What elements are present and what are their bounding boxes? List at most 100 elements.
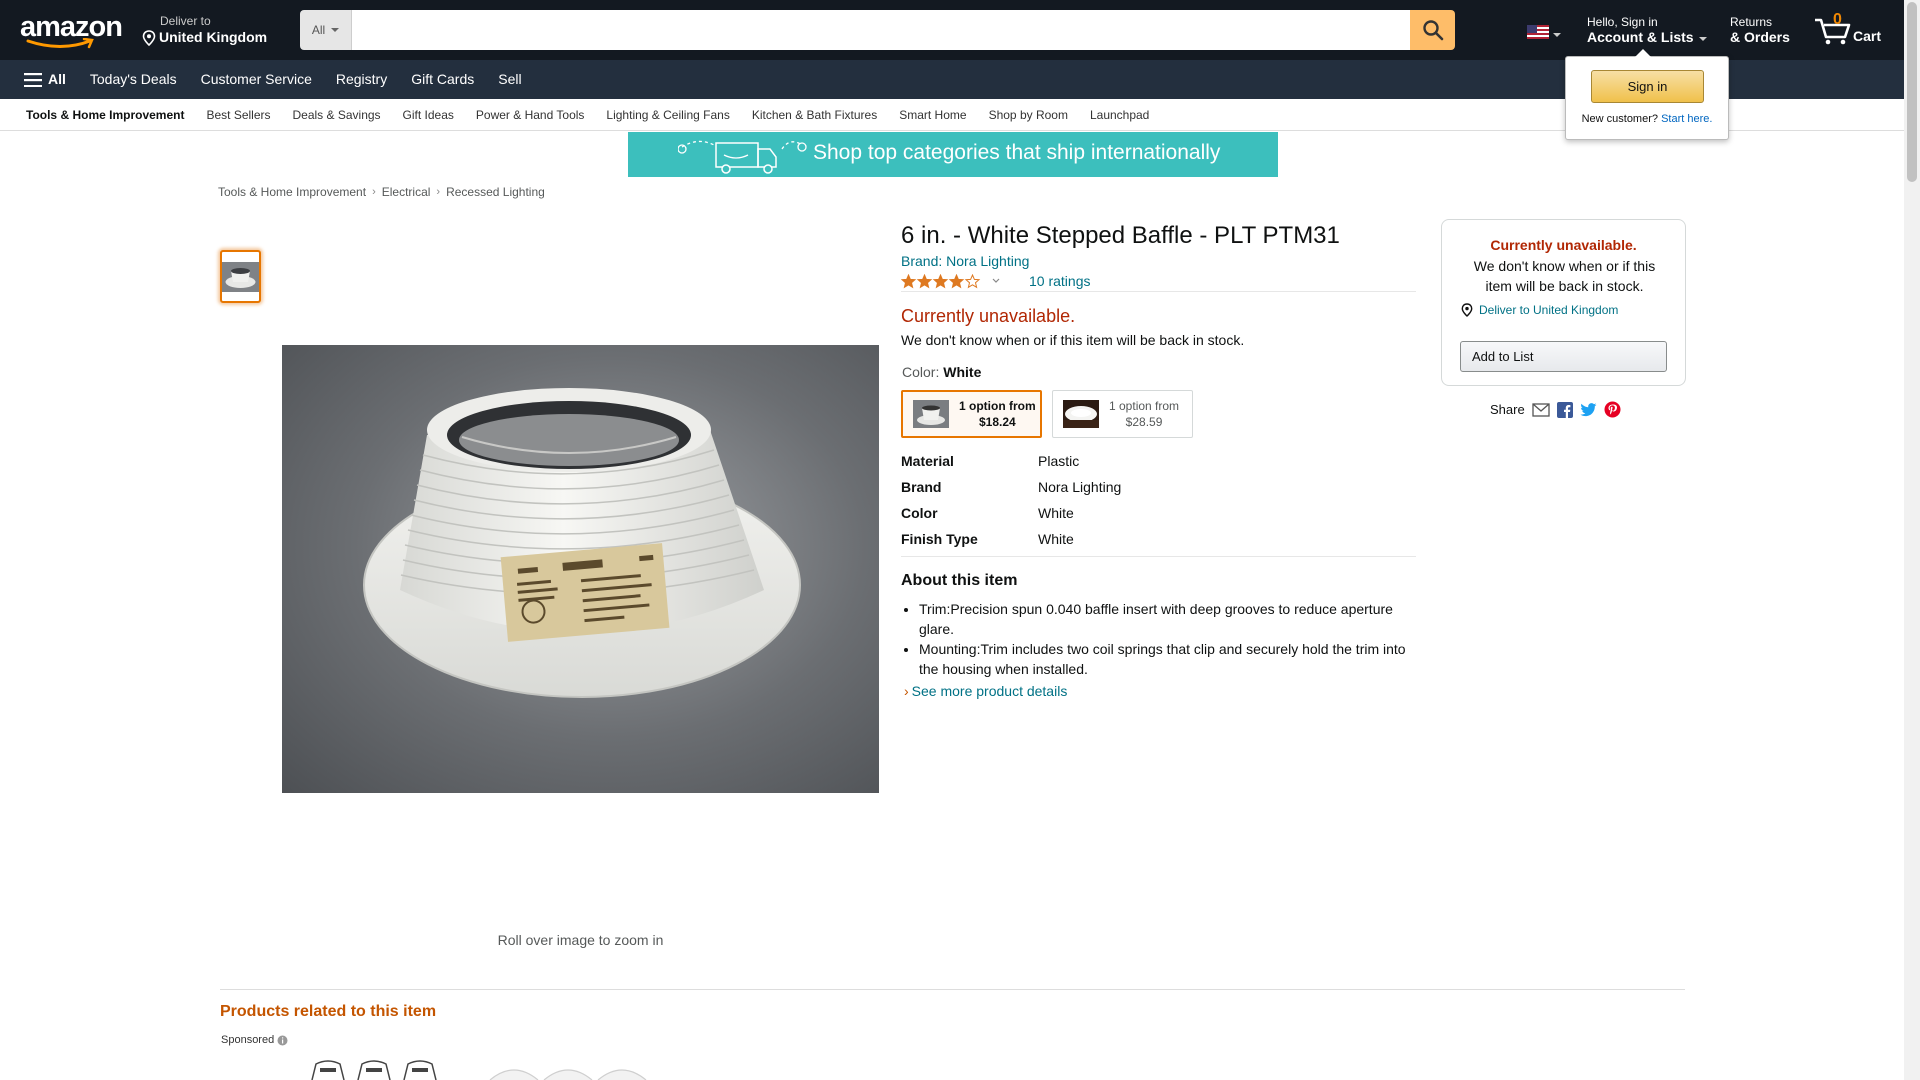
sub-nav-tools-home[interactable]: Tools & Home Improvement xyxy=(0,108,195,122)
color-swatch-white[interactable]: 1 option from $18.24 xyxy=(901,390,1042,438)
about-bullet: Mounting:Trim includes two coil springs … xyxy=(919,639,1409,679)
sub-nav-shop-by-room[interactable]: Shop by Room xyxy=(978,108,1079,122)
sub-nav-lighting[interactable]: Lighting & Ceiling Fans xyxy=(595,108,740,122)
signin-popover: Sign in New customer? Start here. xyxy=(1565,49,1729,140)
related-product-image[interactable] xyxy=(486,1058,656,1080)
swatch-line1: 1 option from xyxy=(1109,399,1180,413)
spec-key: Brand xyxy=(901,479,942,495)
divider xyxy=(901,291,1416,292)
nav-item-todays-deals[interactable]: Today's Deals xyxy=(78,60,189,99)
location-pin-icon xyxy=(142,29,156,46)
hamburger-icon xyxy=(24,72,42,87)
nav-item-customer-service[interactable]: Customer Service xyxy=(189,60,324,99)
search-category-dropdown[interactable]: All xyxy=(300,10,352,50)
swatch-line1: 1 option from xyxy=(959,399,1036,413)
swatch-image xyxy=(913,400,949,428)
see-more-label: See more product details xyxy=(911,683,1068,699)
buybox-deliver-link[interactable]: Deliver to United Kingdom xyxy=(1461,303,1618,317)
nav-item-sell[interactable]: Sell xyxy=(486,60,533,99)
spec-row: Brand Nora Lighting xyxy=(901,474,1121,500)
chevron-down-icon xyxy=(1553,33,1561,37)
search-icon xyxy=(1422,20,1443,41)
breadcrumb-item[interactable]: Recessed Lighting xyxy=(446,185,545,199)
star-rating-icon[interactable] xyxy=(901,273,981,289)
baffle-thumbnail-image xyxy=(222,262,259,292)
us-flag-icon xyxy=(1527,25,1549,39)
color-label-text: Color: xyxy=(902,364,940,380)
sub-nav-gift-ideas[interactable]: Gift Ideas xyxy=(392,108,465,122)
color-swatch-alt[interactable]: 1 option from $28.59 xyxy=(1052,390,1193,438)
nav-item-registry[interactable]: Registry xyxy=(324,60,399,99)
nav-item-gift-cards[interactable]: Gift Cards xyxy=(399,60,486,99)
account-lists[interactable]: Hello, Sign in Account & Lists xyxy=(1587,15,1707,46)
scrollbar-thumb[interactable] xyxy=(1907,2,1917,182)
sub-nav-smart-home[interactable]: Smart Home xyxy=(888,108,977,122)
all-menu-button[interactable]: All xyxy=(0,60,78,99)
account-greeting: Hello, Sign in xyxy=(1587,15,1658,29)
spec-value: Plastic xyxy=(1038,453,1080,469)
sub-nav-power-tools[interactable]: Power & Hand Tools xyxy=(465,108,596,122)
buybox-deliver-label: Deliver to United Kingdom xyxy=(1479,303,1619,317)
color-value: White xyxy=(943,364,982,380)
sub-nav-deals[interactable]: Deals & Savings xyxy=(282,108,392,122)
twitter-icon[interactable] xyxy=(1580,402,1597,417)
related-product-image[interactable] xyxy=(306,1058,446,1080)
pinterest-icon[interactable] xyxy=(1604,401,1621,418)
spec-value: Nora Lighting xyxy=(1038,479,1122,495)
add-to-list-button[interactable]: Add to List xyxy=(1460,341,1667,372)
breadcrumb-item[interactable]: Electrical xyxy=(382,185,431,199)
spec-row: Color White xyxy=(901,500,1121,526)
sub-nav-launchpad[interactable]: Launchpad xyxy=(1079,108,1160,122)
product-thumbnail[interactable] xyxy=(220,250,261,303)
amazon-logo[interactable]: amazon xyxy=(20,13,123,50)
breadcrumb-item[interactable]: Tools & Home Improvement xyxy=(218,185,366,199)
baffle-bronze-swatch-image xyxy=(1063,400,1099,428)
account-label: Account & Lists xyxy=(1587,29,1694,45)
email-icon[interactable] xyxy=(1532,402,1550,417)
see-more-details-link[interactable]: › See more product details xyxy=(904,683,1067,699)
baffle-product-image xyxy=(363,388,801,698)
related-products-heading: Products related to this item xyxy=(220,1003,437,1020)
sub-nav-best-sellers[interactable]: Best Sellers xyxy=(195,108,281,122)
new-customer-row: New customer? Start here. xyxy=(1566,113,1728,125)
brand-link[interactable]: Brand: Nora Lighting xyxy=(901,253,1029,269)
shipping-banner[interactable]: Shop top categories that ship internatio… xyxy=(628,132,1278,177)
returns-orders[interactable]: Returns & Orders xyxy=(1730,15,1790,46)
spec-row: Material Plastic xyxy=(901,448,1121,474)
swatch-price: $28.59 xyxy=(1125,415,1163,429)
start-here-link[interactable]: Start here. xyxy=(1661,113,1712,125)
signin-button[interactable]: Sign in xyxy=(1591,70,1704,103)
divider xyxy=(220,989,1685,990)
main-product-image[interactable] xyxy=(282,345,879,793)
baffle-swatch-image xyxy=(913,400,949,428)
about-heading: About this item xyxy=(901,572,1018,589)
facebook-icon[interactable] xyxy=(1556,401,1573,418)
sub-nav-kitchen-bath[interactable]: Kitchen & Bath Fixtures xyxy=(741,108,888,122)
page-scrollbar[interactable] xyxy=(1904,0,1920,1080)
product-specs-table: Material Plastic Brand Nora Lighting Color… xyxy=(901,448,1121,552)
share-label: Share xyxy=(1490,402,1525,417)
search-button[interactable] xyxy=(1410,10,1455,50)
all-menu-label: All xyxy=(48,71,66,87)
search-input[interactable] xyxy=(352,10,1410,50)
cart-button[interactable]: 0 Cart xyxy=(1812,10,1892,50)
info-icon[interactable] xyxy=(277,1035,288,1046)
chevron-down-icon[interactable] xyxy=(991,277,1001,285)
new-customer-text: New customer? xyxy=(1581,113,1658,125)
about-bullet: Trim:Precision spun 0.040 baffle insert … xyxy=(919,599,1409,639)
spec-key: Color xyxy=(901,505,938,521)
spec-row: Finish Type White xyxy=(901,526,1121,552)
orders-label: & Orders xyxy=(1730,29,1790,45)
product-title: 6 in. - White Stepped Baffle - PLT PTM31 xyxy=(901,222,1340,249)
delivery-truck-icon xyxy=(678,140,807,174)
deliver-to[interactable]: Deliver to United Kingdom xyxy=(142,14,267,46)
ratings-count-link[interactable]: 10 ratings xyxy=(1029,273,1090,289)
ratings-row: 10 ratings xyxy=(901,273,1090,289)
spec-value: White xyxy=(1038,531,1074,547)
chevron-down-icon xyxy=(1698,37,1707,41)
color-selector-label: Color: White xyxy=(902,364,981,380)
top-nav-bar: amazon Deliver to United Kingdom All Hel… xyxy=(0,0,1904,60)
divider xyxy=(901,556,1416,557)
breadcrumb-separator-icon: › xyxy=(372,186,376,198)
language-selector[interactable] xyxy=(1527,25,1561,39)
